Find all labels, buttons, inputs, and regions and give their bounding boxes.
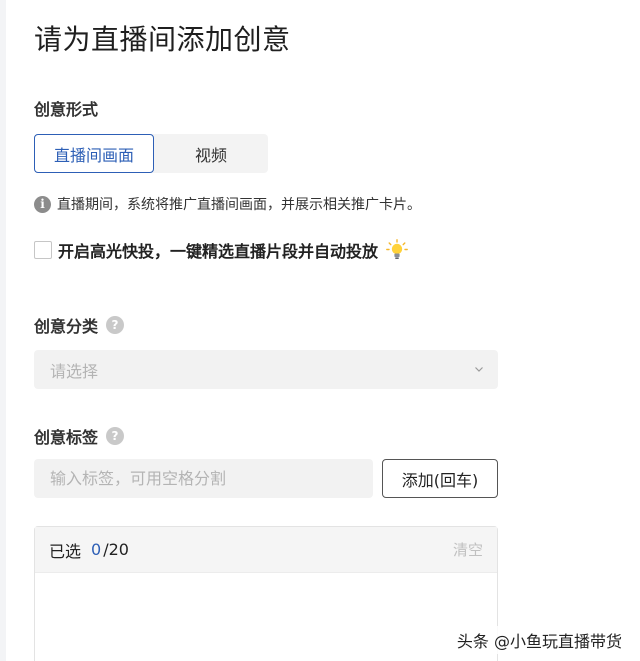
help-icon[interactable]: ? [106,427,125,445]
tag-input[interactable] [34,459,373,498]
form-type-option-video[interactable]: 视频 [154,134,268,173]
highlight-checkbox[interactable] [34,241,52,259]
selected-tags-panel: 已选 0 /20 清空 [34,526,498,661]
form-type-info-text: 直播期间，系统将推广直播间画面，并展示相关推广卡片。 [57,197,421,213]
selected-total: /20 [103,540,129,559]
selected-label: 已选 [49,541,82,561]
left-edge-strip [0,0,6,661]
info-icon: i [34,195,51,213]
form-type-info: i 直播期间，系统将推广直播间画面，并展示相关推广卡片。 [34,194,421,214]
category-select-placeholder: 请选择 [50,361,99,381]
watermark: 头条 @小鱼玩直播带货 [452,626,626,654]
category-label: 创意分类 [34,317,99,336]
category-label-row: 创意分类 ? [34,313,125,337]
form-type-segmented: 直播间画面 视频 [34,134,268,173]
category-select[interactable]: 请选择 [34,350,498,389]
form-type-option-live[interactable]: 直播间画面 [34,134,154,173]
chevron-down-icon [475,367,483,372]
tags-label-row: 创意标签 ? [34,424,125,448]
selected-count: 0 [91,540,102,559]
selected-tags-header: 已选 0 /20 清空 [35,527,497,573]
highlight-row: 开启高光快投，一键精选直播片段并自动投放 [34,238,408,262]
form-type-label: 创意形式 [34,100,99,119]
page: 请为直播间添加创意 创意形式 直播间画面 视频 i 直播期间，系统将推广直播间画… [0,0,640,661]
tags-label: 创意标签 [34,428,99,447]
page-title: 请为直播间添加创意 [34,23,291,56]
lightbulb-icon [386,239,408,259]
highlight-label: 开启高光快投，一键精选直播片段并自动投放 [58,242,379,261]
help-icon[interactable]: ? [106,316,125,334]
clear-button[interactable]: 清空 [453,539,483,560]
add-tag-button[interactable]: 添加(回车) [382,459,498,498]
